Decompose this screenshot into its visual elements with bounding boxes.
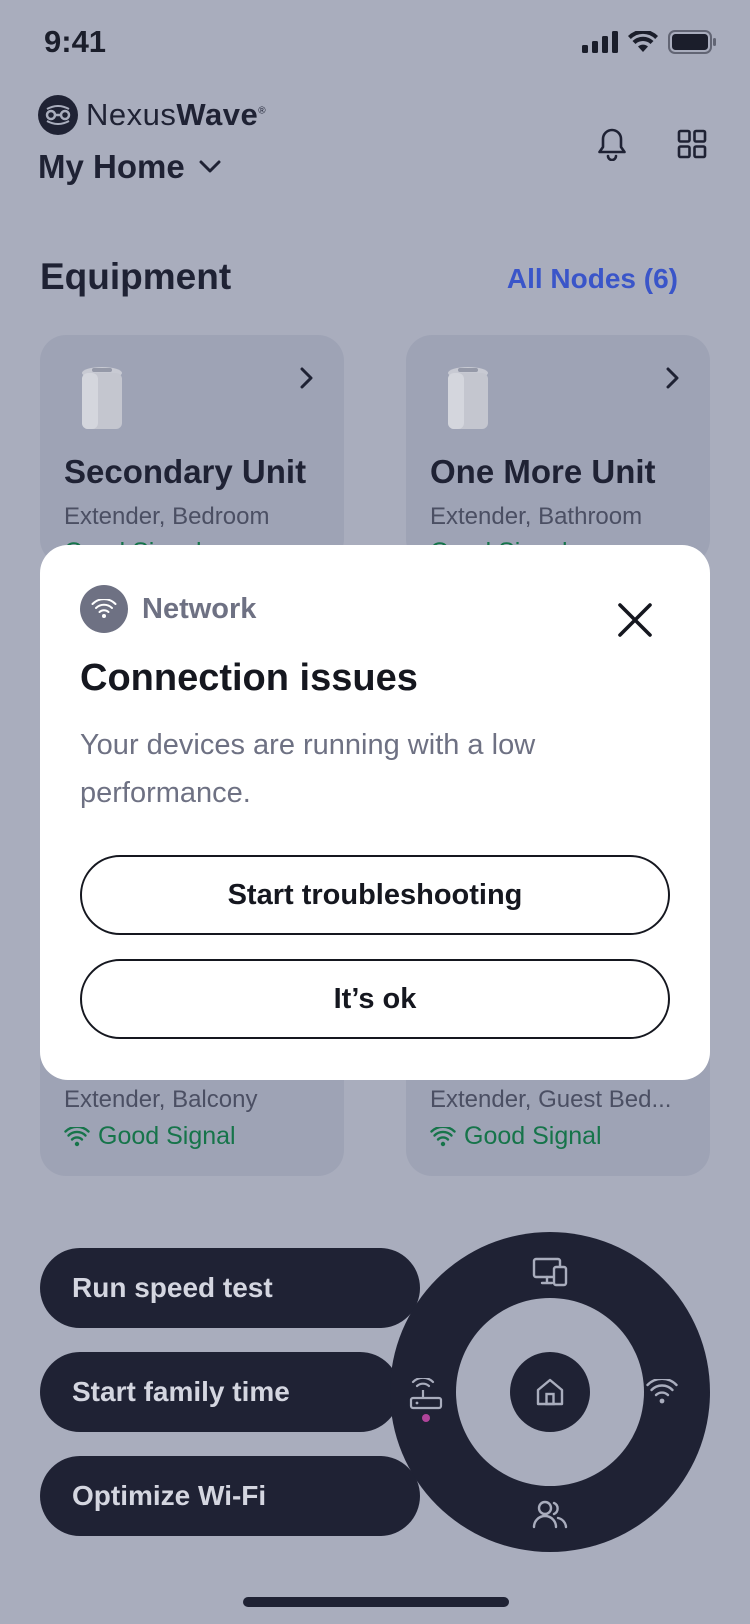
card-name: Secondary Unit: [64, 453, 307, 490]
status-icons: [582, 30, 716, 54]
network-wifi-icon: [80, 585, 128, 633]
brand-logo: NexusWave®: [38, 95, 266, 135]
home-name: My Home: [38, 148, 185, 185]
wifi-signal-icon: [64, 1126, 90, 1146]
start-troubleshooting-button[interactable]: Start troubleshooting: [80, 855, 670, 935]
start-family-time-button[interactable]: Start family time: [40, 1352, 400, 1432]
card-name: One More Unit: [430, 453, 656, 490]
equipment-card[interactable]: Secondary Unit Extender, Bedroom Good Si…: [40, 335, 344, 566]
card-signal: Good Signal: [430, 1122, 602, 1151]
start-family-time-label: Start family time: [72, 1376, 290, 1407]
alert-dot-icon: [422, 1414, 430, 1422]
dialog-title: Connection issues: [80, 657, 418, 699]
dialog-category: Network: [80, 585, 256, 633]
wifi-signal-icon: [430, 1126, 456, 1146]
optimize-wifi-button[interactable]: Optimize Wi-Fi: [40, 1456, 420, 1536]
card-subtitle: Extender, Bathroom: [430, 503, 643, 530]
run-speed-test-label: Run speed test: [72, 1272, 273, 1303]
dialog-message: Your devices are running with a low perf…: [80, 729, 536, 809]
chevron-right-icon: [300, 367, 313, 389]
chevron-down-icon: [199, 160, 221, 173]
equipment-title: Equipment: [40, 256, 232, 297]
its-ok-button[interactable]: It’s ok: [80, 959, 670, 1039]
battery-icon: [668, 30, 716, 54]
card-subtitle: Extender, Bedroom: [64, 503, 270, 530]
extender-device-icon: [448, 367, 488, 429]
extender-device-icon: [82, 367, 122, 429]
brand-name: NexusWave®: [86, 97, 266, 133]
router-icon[interactable]: [404, 1370, 448, 1430]
signal-label: Good Signal: [98, 1122, 236, 1150]
optimize-wifi-label: Optimize Wi-Fi: [72, 1480, 267, 1511]
brand-name-light: Nexus: [86, 97, 177, 132]
radial-nav-dial: [390, 1232, 710, 1552]
wifi-nav-icon[interactable]: [640, 1370, 684, 1414]
connection-issues-dialog: Network Connection issues Your devices a…: [40, 545, 710, 1080]
run-speed-test-button[interactable]: Run speed test: [40, 1248, 420, 1328]
people-icon[interactable]: [528, 1494, 572, 1534]
all-nodes-link[interactable]: All Nodes (6): [507, 263, 678, 295]
grid-menu-icon[interactable]: [672, 124, 712, 164]
home-indicator: [243, 1597, 509, 1607]
card-signal: Good Signal: [64, 1122, 236, 1151]
devices-icon[interactable]: [528, 1252, 572, 1292]
signal-label: Good Signal: [464, 1122, 602, 1150]
close-icon[interactable]: [616, 601, 654, 639]
home-icon[interactable]: [510, 1352, 590, 1432]
equipment-card[interactable]: One More Unit Extender, Bathroom Good Si…: [406, 335, 710, 566]
dialog-category-label: Network: [142, 592, 257, 625]
bell-icon[interactable]: [592, 124, 632, 164]
card-subtitle: Extender, Balcony: [64, 1086, 258, 1113]
brand-mark-icon: [38, 95, 78, 135]
brand-registered-mark: ®: [258, 105, 267, 117]
brand-name-bold: Wave: [176, 97, 259, 132]
home-selector[interactable]: My Home: [38, 148, 221, 186]
cellular-signal-icon: [582, 31, 618, 53]
status-time: 9:41: [44, 24, 107, 59]
chevron-right-icon: [666, 367, 679, 389]
wifi-status-icon: [628, 31, 658, 52]
card-subtitle: Extender, Guest Bed...: [430, 1086, 672, 1113]
